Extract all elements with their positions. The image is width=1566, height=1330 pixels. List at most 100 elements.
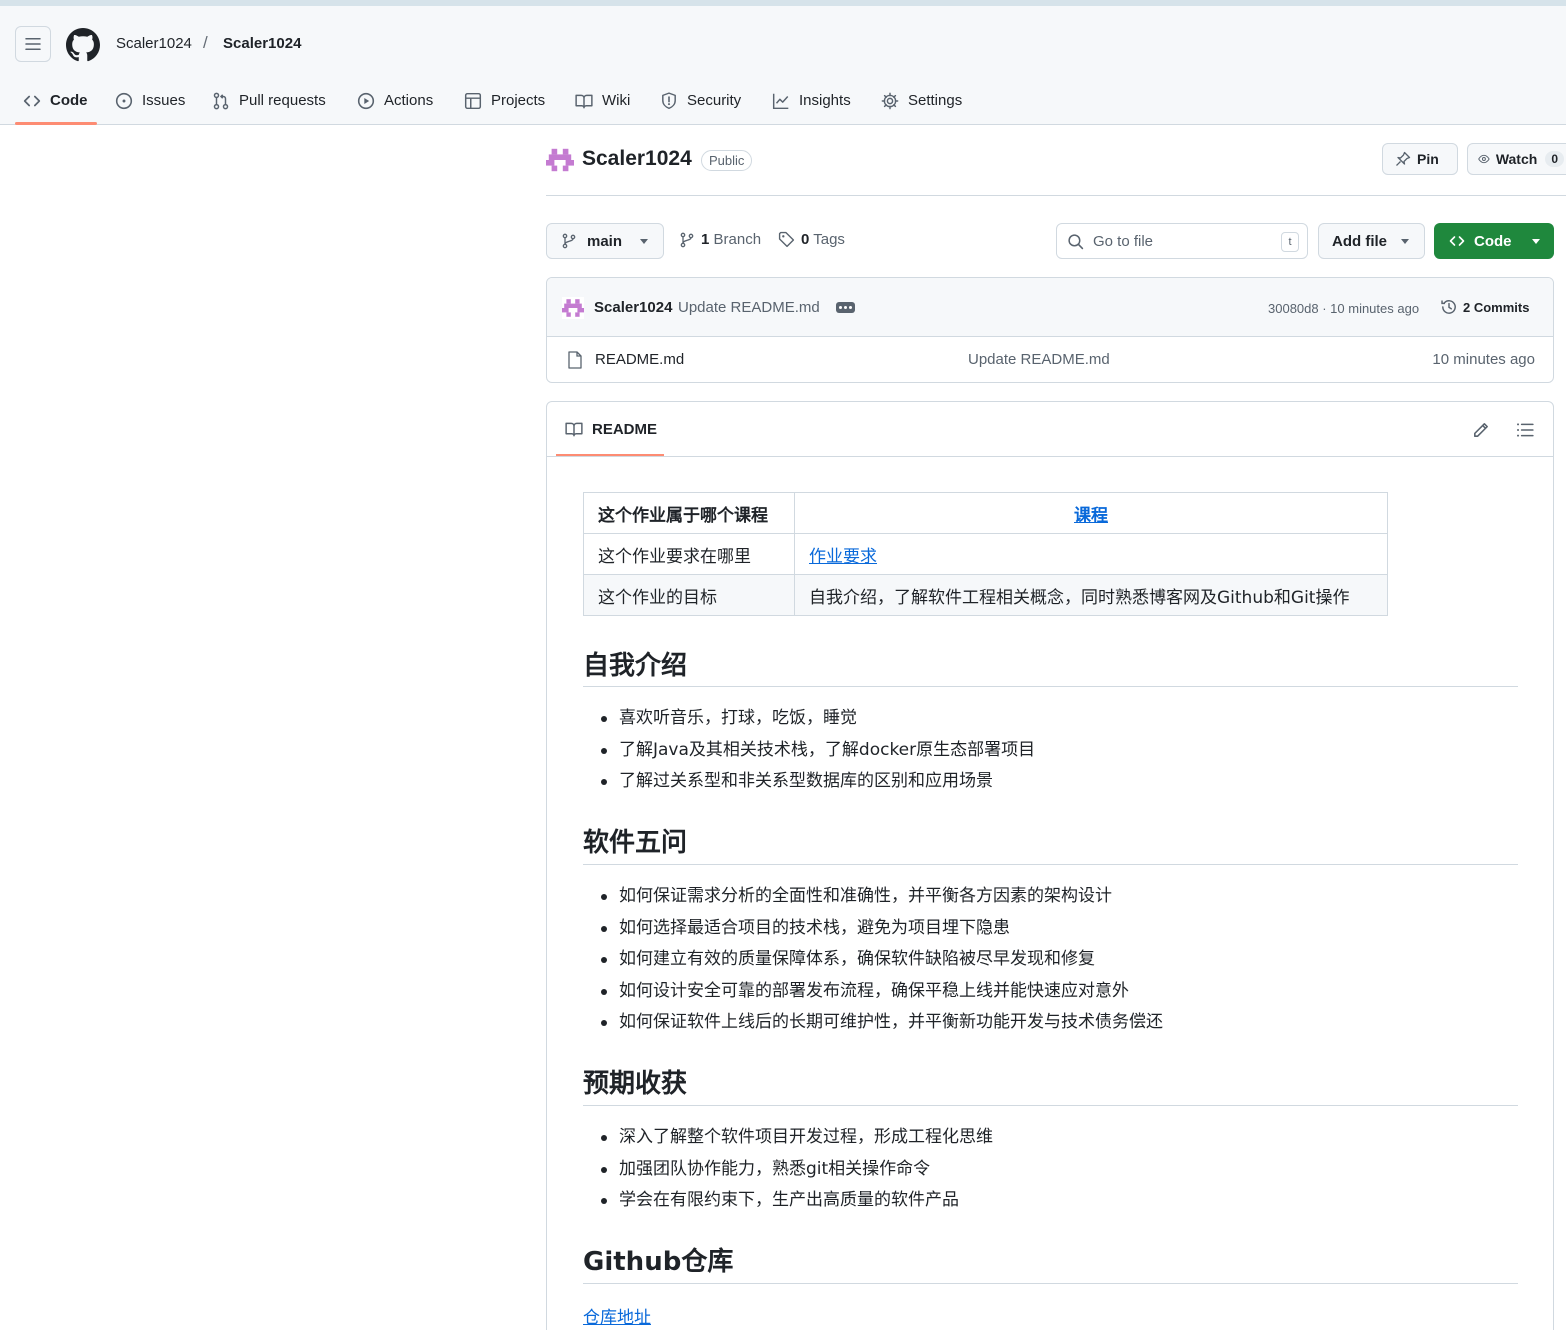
tab-code[interactable]: Code: [23, 76, 88, 125]
shield-icon: [662, 91, 676, 109]
issue-icon: [115, 92, 133, 109]
tab-actions[interactable]: Actions: [357, 76, 433, 125]
commits-label: 2 Commits: [1463, 299, 1530, 315]
readme-header: README: [547, 402, 1553, 457]
section-heading: 预期收获: [583, 1069, 688, 1099]
avatar[interactable]: [546, 146, 574, 174]
heading-rule: [583, 686, 1518, 687]
tab-label: Settings: [908, 92, 963, 109]
active-tab-indicator: [15, 122, 97, 125]
menu-button[interactable]: [15, 26, 51, 62]
heading-rule: [583, 1105, 1518, 1106]
tab-projects[interactable]: Projects: [464, 76, 545, 125]
gear-icon: [881, 92, 899, 109]
branches-label: Branch: [713, 231, 762, 248]
heading-rule: [583, 1283, 1518, 1284]
readme-tab[interactable]: README: [565, 420, 657, 438]
list-item: 了解Java及其相关技术栈，了解docker原生态部署项目: [600, 735, 1035, 767]
shortcut-key: t: [1281, 232, 1299, 252]
course-link[interactable]: 课程: [1074, 506, 1108, 526]
requirement-link[interactable]: 作业要求: [809, 547, 877, 567]
code-icon: [23, 95, 41, 106]
file-time: 10 minutes ago: [1432, 351, 1535, 368]
tags-label: Tags: [813, 231, 845, 248]
watch-button[interactable]: Watch 0: [1467, 143, 1566, 175]
repo-tabs: Code Issues Pull requests Actions Projec…: [0, 76, 1566, 125]
latest-commit-row: Scaler1024 Update README.md 30080d8 · 10…: [547, 278, 1553, 337]
readme-tab-indicator: [556, 454, 664, 456]
heading-rule: [583, 864, 1518, 865]
table-row: 这个作业属于哪个课程 课程: [583, 492, 1388, 534]
commit-message[interactable]: Update README.md: [678, 299, 820, 316]
graph-icon: [772, 93, 789, 109]
hamburger-icon: [25, 38, 41, 50]
commit-sha-time[interactable]: 30080d8 · 10 minutes ago: [1268, 301, 1419, 316]
history-icon: [1441, 300, 1456, 314]
tags-link[interactable]: 0 Tags: [778, 231, 845, 248]
go-to-file-input[interactable]: Go to file t: [1056, 223, 1308, 259]
branch-icon: [562, 233, 576, 249]
table-cell-value: 作业要求: [794, 533, 1388, 575]
file-row[interactable]: README.md Update README.md 10 minutes ag…: [547, 337, 1553, 382]
intro-list: 喜欢听音乐，打球，吃饭，睡觉 了解Java及其相关技术栈，了解docker原生态…: [600, 703, 1035, 798]
branch-selector[interactable]: main: [546, 223, 664, 259]
tab-wiki[interactable]: Wiki: [575, 76, 630, 125]
search-placeholder: Go to file: [1093, 232, 1154, 250]
code-button[interactable]: Code: [1434, 223, 1554, 259]
tab-label: Wiki: [602, 92, 631, 109]
play-icon: [357, 92, 375, 109]
tab-settings[interactable]: Settings: [881, 76, 962, 125]
table-cell-label: 这个作业的目标: [583, 574, 795, 616]
tab-label: Security: [687, 92, 742, 109]
repo-name[interactable]: Scaler1024: [582, 147, 692, 171]
list-item: 深入了解整个软件项目开发过程，形成工程化思维: [601, 1122, 993, 1154]
table-cell-value: 课程: [794, 492, 1388, 534]
ellipsis-button[interactable]: [836, 302, 855, 313]
tab-insights[interactable]: Insights: [772, 76, 851, 125]
breadcrumb-owner[interactable]: Scaler1024: [116, 35, 192, 52]
code-label: Code: [1474, 232, 1512, 250]
chevron-down-icon: [1401, 238, 1409, 244]
header-divider: [546, 195, 1566, 196]
pull-request-icon: [213, 92, 229, 109]
commits-link[interactable]: 2 Commits: [1440, 298, 1529, 316]
add-file-button[interactable]: Add file: [1318, 223, 1425, 259]
chevron-down-icon: [640, 238, 649, 244]
gains-list: 深入了解整个软件项目开发过程，形成工程化思维 加强团队协作能力，熟悉git相关操…: [601, 1122, 993, 1217]
branches-link[interactable]: 1 Branch: [679, 231, 761, 248]
tag-icon: [778, 231, 795, 248]
file-commit-message[interactable]: Update README.md: [968, 351, 1110, 368]
search-icon: [1068, 233, 1084, 249]
tab-pull-requests[interactable]: Pull requests: [212, 76, 326, 125]
tab-label: Issues: [142, 92, 186, 109]
list-item: 如何设计安全可靠的部署发布流程，确保平稳上线并能快速应对意外: [601, 976, 1163, 1008]
pencil-icon[interactable]: [1472, 421, 1490, 439]
tags-count: 0: [801, 231, 810, 248]
commit-author[interactable]: Scaler1024: [594, 299, 672, 316]
table-cell-label: 这个作业属于哪个课程: [583, 492, 795, 534]
list-item: 了解过关系型和非关系型数据库的区别和应用场景: [600, 766, 1035, 798]
breadcrumb-repo[interactable]: Scaler1024: [223, 35, 301, 52]
watch-count: 0: [1545, 151, 1564, 167]
tab-security[interactable]: Security: [660, 76, 741, 125]
pin-button[interactable]: Pin: [1382, 143, 1458, 175]
table-row: 这个作业的目标 自我介绍，了解软件工程相关概念，同时熟悉博客网及Github和G…: [583, 574, 1388, 616]
tab-label: Actions: [384, 92, 434, 109]
tab-issues[interactable]: Issues: [115, 76, 185, 125]
section-heading: 自我介绍: [583, 651, 688, 681]
visibility-badge: Public: [701, 150, 753, 171]
tab-label: Pull requests: [239, 92, 326, 109]
code-icon: [1449, 236, 1465, 246]
list-item: 如何选择最适合项目的技术栈，避免为项目埋下隐患: [601, 913, 1163, 945]
repo-address-link[interactable]: 仓库地址: [583, 1303, 651, 1328]
outline-list-icon[interactable]: [1516, 421, 1534, 439]
file-name[interactable]: README.md: [595, 351, 684, 368]
list-item: 如何建立有效的质量保障体系，确保软件缺陷被尽早发现和修复: [601, 944, 1163, 976]
github-logo-icon[interactable]: [66, 28, 100, 62]
watch-label: Watch: [1495, 151, 1538, 167]
repo-header: Scaler1024 / Scaler1024 Code Issues Pull…: [0, 6, 1566, 125]
list-item: 加强团队协作能力，熟悉git相关操作命令: [601, 1154, 993, 1186]
avatar[interactable]: [562, 297, 584, 319]
list-item: 学会在有限约束下，生产出高质量的软件产品: [601, 1185, 993, 1217]
table-cell-label: 这个作业要求在哪里: [583, 533, 795, 575]
